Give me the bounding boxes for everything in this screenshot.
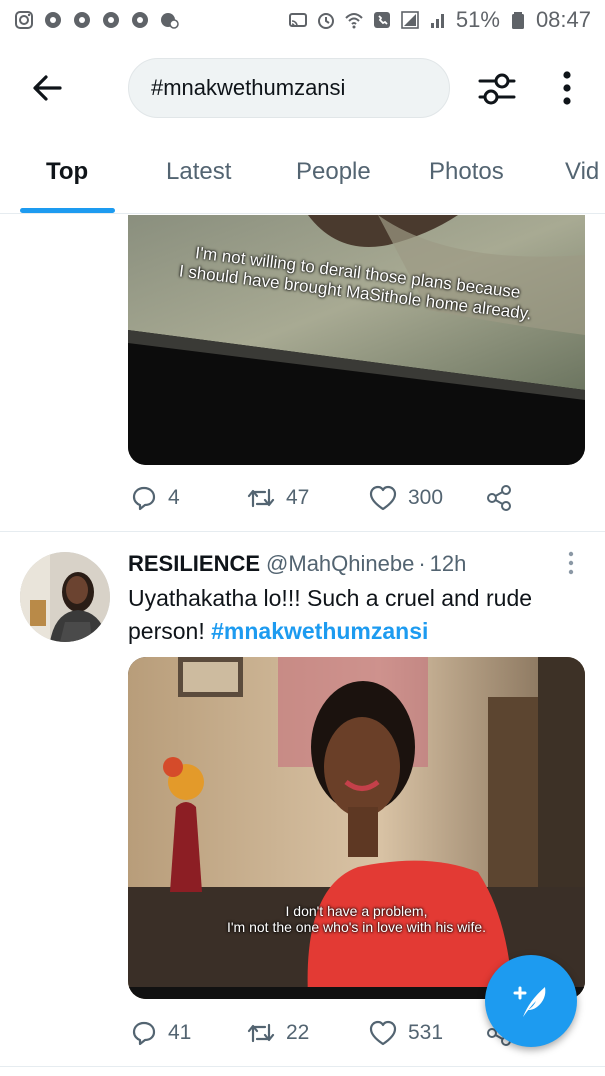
feather-plus-icon [513, 986, 546, 1017]
sliders-icon [478, 73, 516, 105]
hashtag-link[interactable]: #mnakwethumzansi [211, 618, 428, 644]
tab-top[interactable]: Top [46, 158, 88, 186]
alarm-icon [317, 13, 334, 29]
tweet-actions: 4 47 300 [128, 478, 585, 518]
author-name[interactable]: RESILIENCE [128, 551, 260, 577]
compose-tweet-button[interactable] [485, 955, 577, 1047]
instagram-icon [15, 11, 33, 29]
system-status: 51% 08:47 [288, 7, 591, 33]
retweet-count: 22 [286, 1021, 310, 1044]
reply-button[interactable]: 4 [130, 484, 180, 512]
tweet-text: Uyathakatha lo!!! Such a cruel and rude … [128, 582, 588, 648]
search-query-text: #mnakwethumzansi [151, 75, 346, 100]
camera-aperture-icon [74, 12, 90, 28]
share-icon [487, 485, 511, 511]
tweet-timestamp: 12h [429, 551, 467, 576]
search-tabs: Top Latest People Photos Vid [0, 140, 605, 214]
active-tab-indicator [20, 208, 115, 213]
like-button[interactable]: 531 [368, 1019, 443, 1047]
clock: 08:47 [535, 7, 591, 32]
retweet-button[interactable]: 47 [246, 484, 309, 512]
more-vertical-icon [568, 551, 574, 575]
search-header: #mnakwethumzansi [0, 52, 605, 122]
tweet-divider [0, 531, 605, 532]
profile-photo [20, 552, 110, 642]
author-handle[interactable]: @MahQhinebe [266, 551, 414, 577]
camera-aperture-icon [103, 12, 119, 28]
cell-signal-icon [430, 14, 444, 28]
retweet-count: 47 [286, 486, 310, 509]
tweet-header: RESILIENCE @MahQhinebe · 12h [128, 548, 588, 580]
media-subtitle-line: I'm not the one who's in love with his w… [226, 919, 487, 935]
signal-box-icon [401, 11, 419, 29]
like-button[interactable]: 300 [368, 484, 443, 512]
tweet-media-image[interactable]: I don't have a problem, I'm not the one … [128, 657, 585, 999]
share-button[interactable] [485, 484, 513, 512]
tab-latest[interactable]: Latest [166, 158, 231, 186]
battery-percentage: 51% [455, 7, 500, 32]
status-bar: 51% 08:47 [0, 0, 605, 40]
search-input[interactable]: #mnakwethumzansi [128, 58, 450, 118]
tweet-options-button[interactable] [563, 548, 579, 578]
app-notification-icon [161, 13, 179, 29]
tab-people[interactable]: People [296, 158, 371, 186]
retweet-icon [247, 488, 275, 508]
call-icon [373, 12, 390, 28]
like-count: 300 [408, 486, 444, 509]
tv-screen-photo [128, 657, 585, 999]
reply-button[interactable]: 41 [130, 1019, 191, 1047]
wifi-icon [345, 13, 363, 29]
back-button[interactable] [28, 68, 68, 108]
heart-icon [369, 485, 397, 511]
overflow-menu-button[interactable] [552, 68, 582, 110]
battery-icon [511, 12, 524, 29]
comment-icon [132, 1021, 156, 1046]
more-vertical-icon [563, 71, 571, 105]
tweet-media-image[interactable]: I'm not willing to derail those plans be… [128, 215, 585, 465]
tweet-divider [0, 1066, 605, 1067]
comment-icon [132, 486, 156, 511]
retweet-icon [247, 1023, 275, 1043]
retweet-button[interactable]: 22 [246, 1019, 309, 1047]
notification-icons [14, 10, 179, 30]
cast-icon [288, 13, 307, 27]
avatar[interactable] [20, 552, 110, 642]
reply-count: 41 [168, 1021, 192, 1044]
reply-count: 4 [168, 486, 180, 509]
tab-photos[interactable]: Photos [429, 158, 504, 186]
search-filter-button[interactable] [476, 68, 518, 110]
tab-videos[interactable]: Vid [565, 158, 599, 186]
arrow-left-icon [33, 75, 62, 101]
separator-dot: · [418, 551, 426, 576]
heart-icon [369, 1020, 397, 1046]
camera-aperture-icon [132, 12, 148, 28]
media-subtitle-line: I don't have a problem, [285, 903, 428, 919]
like-count: 531 [408, 1021, 444, 1044]
camera-aperture-icon [45, 12, 61, 28]
